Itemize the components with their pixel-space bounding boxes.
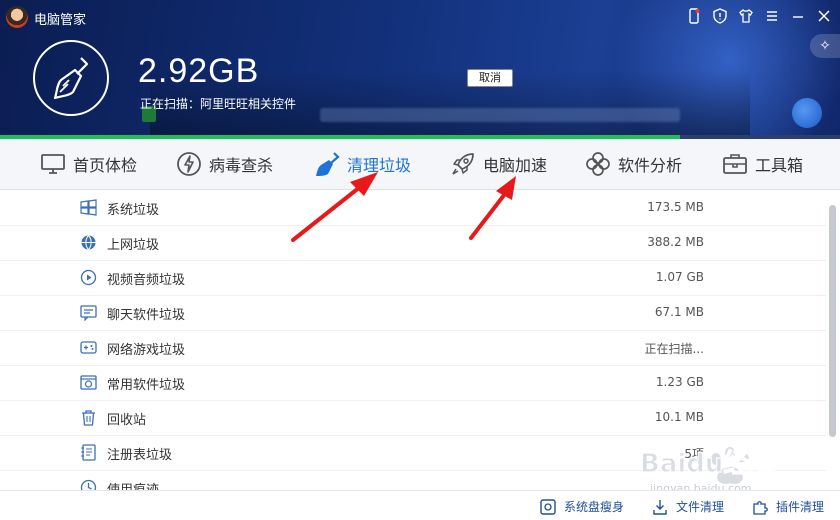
item-label: 使用痕迹: [107, 479, 159, 490]
phone-icon[interactable]: [686, 8, 702, 24]
blurred-background-text: [320, 108, 680, 122]
lightning-icon: [177, 152, 201, 176]
shield-icon[interactable]: [712, 8, 728, 24]
app-title: 电脑管家: [34, 13, 87, 28]
plugin-clean-label: 插件清理: [776, 500, 825, 514]
window-controls: [686, 8, 832, 24]
list-item-software-junk[interactable]: 常用软件垃圾 1.23 GB: [0, 365, 826, 401]
gamepad-icon: [80, 339, 97, 356]
scan-status-text: 正在扫描：阿里旺旺相关控件: [140, 97, 297, 111]
chat-icon: [80, 304, 97, 321]
globe-icon: [80, 234, 97, 251]
software-icon: [80, 374, 97, 391]
tshirt-skin-icon[interactable]: [738, 8, 754, 24]
tab-label: 工具箱: [755, 156, 804, 175]
tab-label: 病毒查杀: [209, 156, 274, 175]
footer-bar: 系统盘瘦身 文件清理 插件清理: [0, 490, 840, 520]
close-icon[interactable]: [816, 8, 832, 24]
file-clean-button[interactable]: 文件清理: [652, 498, 724, 515]
clock-icon: [80, 479, 97, 490]
disk-slim-button[interactable]: 系统盘瘦身: [540, 498, 624, 515]
junk-size-value: 2.92GB: [138, 52, 260, 90]
list-item-game-junk[interactable]: 网络游戏垃圾 正在扫描...: [0, 330, 826, 366]
item-size: 67.1 MB: [654, 305, 704, 319]
monitor-icon: [41, 154, 65, 174]
broom-circle: [33, 40, 109, 116]
item-size: 正在扫描...: [644, 342, 704, 356]
item-label: 系统垃圾: [107, 203, 160, 218]
list-scrollbar[interactable]: [829, 205, 836, 437]
tab-virus-scan[interactable]: 病毒查杀: [176, 139, 273, 189]
tab-speed-up[interactable]: 电脑加速: [450, 139, 547, 189]
item-label: 常用软件垃圾: [107, 378, 186, 393]
flower-icon: [586, 152, 610, 176]
item-label: 上网垃圾: [107, 238, 160, 253]
list-item-recycle-bin[interactable]: 回收站 10.1 MB: [0, 400, 826, 436]
disk-slim-icon: [540, 498, 556, 515]
sparkle-wand-icon[interactable]: ✧: [810, 34, 840, 58]
item-label: 视频音频垃圾: [107, 273, 186, 288]
blue-bubble-icon: [792, 98, 822, 128]
tab-home-checkup[interactable]: 首页体检: [40, 139, 137, 189]
tab-label: 清理垃圾: [347, 156, 412, 175]
minimize-icon[interactable]: [790, 8, 806, 24]
plugin-clean-button[interactable]: 插件清理: [752, 498, 824, 515]
list-item-system-junk[interactable]: 系统垃圾 173.5 MB: [0, 190, 826, 226]
tab-label: 电脑加速: [483, 156, 548, 175]
item-size: 1.23 GB: [655, 375, 704, 389]
file-clean-label: 文件清理: [676, 500, 725, 514]
item-label: 聊天软件垃圾: [107, 308, 186, 323]
toolbox-icon: [723, 154, 747, 174]
rocket-icon: [452, 153, 474, 175]
trash-icon: [80, 409, 97, 426]
file-clean-icon: [653, 499, 667, 515]
broom-icon: [316, 152, 340, 176]
item-size: 173.5 MB: [647, 200, 704, 214]
item-label: 注册表垃圾: [107, 448, 173, 463]
menu-icon[interactable]: [764, 8, 780, 24]
item-label: 回收站: [107, 413, 147, 428]
list-item-media-junk[interactable]: 视频音频垃圾 1.07 GB: [0, 260, 826, 296]
play-icon: [80, 269, 97, 286]
list-item-usage-traces[interactable]: 使用痕迹: [0, 470, 826, 490]
registry-icon: [80, 444, 97, 461]
item-label: 网络游戏垃圾: [107, 343, 186, 358]
cancel-button[interactable]: 取消: [467, 69, 513, 87]
puzzle-icon: [753, 500, 768, 515]
broom-icon: [53, 57, 89, 100]
list-item-registry-junk[interactable]: 注册表垃圾 5项: [0, 435, 826, 471]
item-size: 10.1 MB: [654, 410, 704, 424]
list-item-chat-junk[interactable]: 聊天软件垃圾 67.1 MB: [0, 295, 826, 331]
header-banner: 电脑管家 ✧ 2.92GB 正在扫描：阿里旺旺相关控件 取消: [0, 0, 840, 138]
app-logo-avatar: [6, 6, 28, 28]
tab-clean-junk[interactable]: 清理垃圾: [314, 139, 411, 189]
item-size: 1.07 GB: [655, 270, 704, 284]
tab-software-analysis[interactable]: 软件分析: [585, 139, 682, 189]
item-size: 5项: [684, 447, 704, 461]
tab-label: 软件分析: [618, 156, 683, 175]
tab-toolbox[interactable]: 工具箱: [722, 139, 803, 189]
junk-category-list: 系统垃圾 173.5 MB 上网垃圾 388.2 MB 视频音频垃圾 1.07 …: [0, 190, 826, 490]
list-item-web-junk[interactable]: 上网垃圾 388.2 MB: [0, 225, 826, 261]
main-nav: 首页体检 病毒查杀 清理垃圾 电脑加速 软件分析 工具箱: [0, 139, 840, 190]
tab-label: 首页体检: [73, 156, 138, 175]
item-size: 388.2 MB: [647, 235, 704, 249]
disk-slim-label: 系统盘瘦身: [564, 500, 625, 514]
windows-icon: [80, 199, 97, 216]
